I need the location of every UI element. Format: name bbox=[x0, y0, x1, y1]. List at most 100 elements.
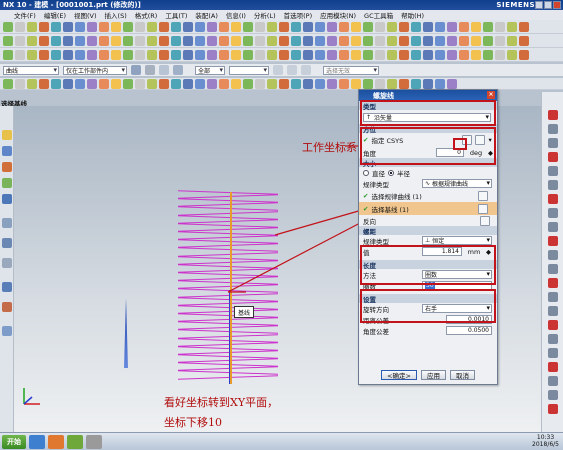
toolbar-tool-icon[interactable] bbox=[159, 35, 169, 46]
toolbar-tool-icon[interactable] bbox=[207, 35, 217, 46]
toolbar-tool-icon[interactable] bbox=[135, 78, 145, 89]
toolbar-tool-icon[interactable] bbox=[51, 49, 61, 60]
toolbar-tool-icon[interactable] bbox=[459, 35, 469, 46]
toolbar-tool-icon[interactable] bbox=[291, 78, 301, 89]
toolbar-tool-icon[interactable] bbox=[15, 21, 25, 32]
pitch-section-header[interactable]: 螺距 bbox=[359, 226, 497, 236]
select-law-curve-label[interactable]: 选择规律曲线 (1) bbox=[371, 191, 475, 201]
settings-icon[interactable] bbox=[2, 326, 12, 336]
toolbar-tool-icon[interactable] bbox=[231, 21, 241, 32]
layer-icon[interactable] bbox=[159, 65, 169, 75]
curve-tool-icon[interactable] bbox=[548, 138, 558, 148]
toolbar-tool-icon[interactable] bbox=[3, 49, 13, 60]
toolbar-tool-icon[interactable] bbox=[279, 35, 289, 46]
toolbar-tool-icon[interactable] bbox=[459, 21, 469, 32]
toolbar-tool-icon[interactable] bbox=[375, 78, 385, 89]
history-icon[interactable] bbox=[2, 130, 12, 140]
curve-tool-icon[interactable] bbox=[548, 362, 558, 372]
toolbar-tool-icon[interactable] bbox=[351, 49, 361, 60]
toolbar-tool-icon[interactable] bbox=[243, 35, 253, 46]
toolbar-tool-icon[interactable] bbox=[435, 49, 445, 60]
menu-preferences[interactable]: 首选项(P) bbox=[284, 10, 313, 20]
toolbar-tool-icon[interactable] bbox=[183, 21, 193, 32]
toolbar-tool-icon[interactable] bbox=[303, 78, 313, 89]
toolbar-tool-icon[interactable] bbox=[411, 49, 421, 60]
curve-tool-icon[interactable] bbox=[548, 236, 558, 246]
curve-tool-icon[interactable] bbox=[548, 194, 558, 204]
toolbar-tool-icon[interactable] bbox=[399, 78, 409, 89]
toolbar-tool-icon[interactable] bbox=[411, 21, 421, 32]
curve-tool-icon[interactable] bbox=[548, 390, 558, 400]
toolbar-tool-icon[interactable] bbox=[243, 21, 253, 32]
menu-view[interactable]: 视图(V) bbox=[74, 10, 97, 20]
toolbar-tool-icon[interactable] bbox=[195, 49, 205, 60]
toolbar-tool-icon[interactable] bbox=[159, 49, 169, 60]
toolbar-tool-icon[interactable] bbox=[519, 35, 529, 46]
toolbar-tool-icon[interactable] bbox=[387, 21, 397, 32]
toolbar-tool-icon[interactable] bbox=[39, 78, 49, 89]
toolbar-tool-icon[interactable] bbox=[471, 35, 481, 46]
menu-gc-toolbox[interactable]: GC工具箱 bbox=[364, 10, 393, 20]
pitch-law-select[interactable]: ⊥ 恒定 bbox=[422, 236, 492, 245]
toolbar-tool-icon[interactable] bbox=[507, 49, 517, 60]
process-icon[interactable] bbox=[2, 238, 12, 248]
law-curve-select-icon[interactable] bbox=[478, 190, 489, 201]
toolbar-tool-icon[interactable] bbox=[291, 35, 301, 46]
toolbar-tool-icon[interactable] bbox=[111, 21, 121, 32]
toolbar-tool-icon[interactable] bbox=[135, 21, 145, 32]
toolbar-tool-icon[interactable] bbox=[3, 35, 13, 46]
toolbar-tool-icon[interactable] bbox=[87, 21, 97, 32]
start-button[interactable]: 开始 bbox=[2, 434, 26, 449]
menu-analysis[interactable]: 分析(L) bbox=[254, 10, 276, 20]
menu-insert[interactable]: 插入(S) bbox=[105, 10, 127, 20]
cancel-button[interactable]: 取消 bbox=[449, 370, 475, 380]
toolbar-tool-icon[interactable] bbox=[75, 21, 85, 32]
toolbar-tool-icon[interactable] bbox=[363, 49, 373, 60]
nx-app-icon[interactable] bbox=[48, 434, 64, 449]
toolbar-tool-icon[interactable] bbox=[111, 35, 121, 46]
curve-tool-icon[interactable] bbox=[548, 110, 558, 120]
toolbar-tool-icon[interactable] bbox=[279, 78, 289, 89]
toolbar-tool-icon[interactable] bbox=[111, 78, 121, 89]
toolbar-tool-icon[interactable] bbox=[411, 78, 421, 89]
radius-radio[interactable] bbox=[388, 169, 394, 176]
toolbar-tool-icon[interactable] bbox=[195, 21, 205, 32]
toolbar-tool-icon[interactable] bbox=[447, 78, 457, 89]
toolbar-tool-icon[interactable] bbox=[411, 35, 421, 46]
toolbar-tool-icon[interactable] bbox=[207, 21, 217, 32]
toolbar-tool-icon[interactable] bbox=[219, 35, 229, 46]
toolbar-tool-icon[interactable] bbox=[243, 78, 253, 89]
toolbar-tool-icon[interactable] bbox=[315, 78, 325, 89]
toolbar-tool-icon[interactable] bbox=[267, 21, 277, 32]
toolbar-tool-icon[interactable] bbox=[447, 35, 457, 46]
gear-icon[interactable] bbox=[145, 65, 155, 75]
tool-icon[interactable] bbox=[86, 434, 102, 449]
curve-tool-icon[interactable] bbox=[548, 166, 558, 176]
reverse-direction-icon[interactable] bbox=[480, 215, 490, 226]
curve-tool-icon[interactable] bbox=[548, 404, 558, 414]
toolbar-tool-icon[interactable] bbox=[39, 21, 49, 32]
palette-icon[interactable] bbox=[2, 218, 12, 228]
toolbar-tool-icon[interactable] bbox=[495, 35, 505, 46]
toolbar-tool-icon[interactable] bbox=[315, 49, 325, 60]
toolbar-tool-icon[interactable] bbox=[87, 49, 97, 60]
toolbar-tool-icon[interactable] bbox=[255, 78, 265, 89]
toolbar-tool-icon[interactable] bbox=[183, 49, 193, 60]
toolbar-tool-icon[interactable] bbox=[303, 49, 313, 60]
toolbar-tool-icon[interactable] bbox=[87, 35, 97, 46]
toolbar-tool-icon[interactable] bbox=[51, 35, 61, 46]
toolbar-tool-icon[interactable] bbox=[99, 35, 109, 46]
toolbar-tool-icon[interactable] bbox=[315, 35, 325, 46]
toolbar-tool-icon[interactable] bbox=[423, 78, 433, 89]
toolbar-tool-icon[interactable] bbox=[519, 21, 529, 32]
toolbar-tool-icon[interactable] bbox=[27, 35, 37, 46]
minimize-button[interactable] bbox=[535, 1, 543, 9]
toolbar-tool-icon[interactable] bbox=[399, 21, 409, 32]
toolbar-tool-icon[interactable] bbox=[387, 35, 397, 46]
toolbar-tool-icon[interactable] bbox=[339, 21, 349, 32]
toolbar-tool-icon[interactable] bbox=[111, 49, 121, 60]
toolbar-tool-icon[interactable] bbox=[99, 78, 109, 89]
extra-combo[interactable] bbox=[229, 65, 269, 75]
toolbar-tool-icon[interactable] bbox=[363, 78, 373, 89]
toolbar-tool-icon[interactable] bbox=[159, 21, 169, 32]
